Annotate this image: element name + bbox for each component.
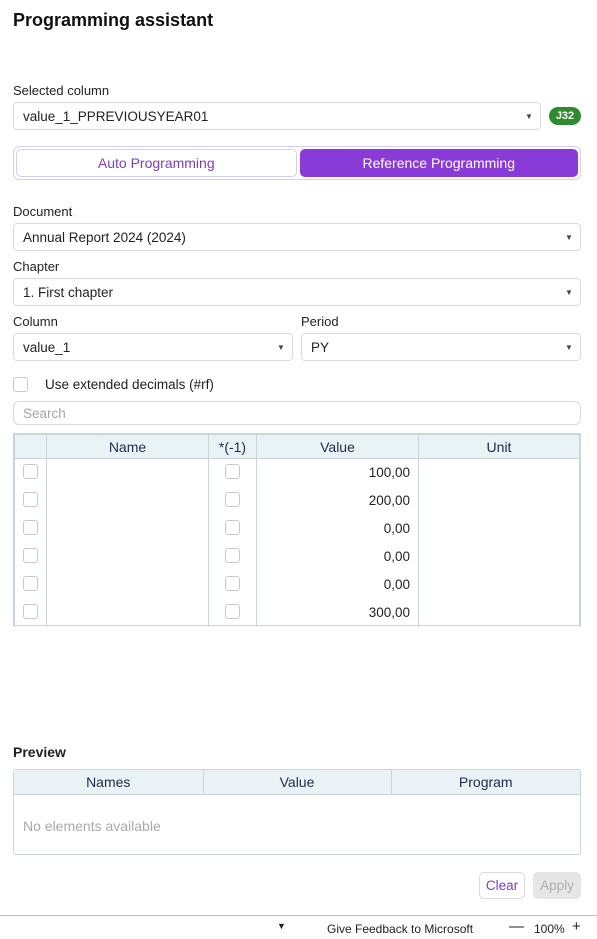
row-value: 100,00 bbox=[256, 458, 419, 487]
chevron-down-icon: ▼ bbox=[565, 232, 573, 242]
table-row[interactable]: 300,00 bbox=[14, 598, 580, 627]
extended-decimals-label: Use extended decimals (#rf) bbox=[45, 377, 214, 392]
row-value: 0,00 bbox=[256, 514, 419, 543]
column-value: value_1 bbox=[23, 339, 71, 355]
row-value: 0,00 bbox=[256, 542, 419, 571]
reference-programming-tab[interactable]: Reference Programming bbox=[299, 149, 578, 177]
row-name bbox=[46, 514, 209, 543]
chapter-value: 1. First chapter bbox=[23, 284, 114, 300]
unit-column-header[interactable]: Unit bbox=[418, 434, 580, 459]
row-unit bbox=[418, 542, 580, 571]
row-select-checkbox[interactable] bbox=[23, 603, 38, 619]
row-name bbox=[46, 486, 209, 515]
period-value: PY bbox=[311, 339, 330, 355]
row-select-checkbox[interactable] bbox=[23, 519, 38, 535]
row-select-checkbox[interactable] bbox=[23, 463, 38, 479]
row-negate-checkbox[interactable] bbox=[225, 463, 240, 479]
name-column-header[interactable]: Name bbox=[46, 434, 209, 459]
row-negate-checkbox[interactable] bbox=[225, 519, 240, 535]
page-title: Programming assistant bbox=[13, 10, 214, 30]
value-column-header[interactable]: Value bbox=[256, 434, 419, 459]
table-row[interactable]: 0,00 bbox=[14, 570, 580, 599]
chevron-down-icon[interactable]: ▼ bbox=[277, 921, 286, 931]
column-label: Column bbox=[13, 314, 58, 329]
period-select[interactable]: PY ▼ bbox=[301, 333, 581, 361]
auto-programming-tab[interactable]: Auto Programming bbox=[16, 149, 297, 177]
extended-decimals-checkbox[interactable] bbox=[13, 377, 28, 392]
row-value: 200,00 bbox=[256, 486, 419, 515]
column-select[interactable]: value_1 ▼ bbox=[13, 333, 293, 361]
row-unit bbox=[418, 570, 580, 599]
table-row[interactable]: 100,00 bbox=[14, 458, 580, 487]
document-label: Document bbox=[13, 204, 73, 219]
row-negate-checkbox[interactable] bbox=[225, 491, 240, 507]
zoom-out-icon[interactable]: — bbox=[509, 918, 524, 935]
chevron-down-icon: ▼ bbox=[525, 111, 533, 121]
row-select-checkbox[interactable] bbox=[23, 491, 38, 507]
preview-title: Preview bbox=[13, 744, 66, 760]
preview-program-header: Program bbox=[391, 770, 580, 795]
cell-reference-badge: J32 bbox=[549, 107, 581, 125]
document-value: Annual Report 2024 (2024) bbox=[23, 229, 186, 245]
preview-names-header: Names bbox=[14, 770, 204, 795]
clear-button[interactable]: Clear bbox=[479, 872, 525, 899]
row-select-checkbox[interactable] bbox=[23, 575, 38, 591]
row-name bbox=[46, 570, 209, 599]
row-negate-checkbox[interactable] bbox=[225, 547, 240, 563]
apply-button[interactable]: Apply bbox=[533, 872, 581, 899]
table-row[interactable]: 200,00 bbox=[14, 486, 580, 515]
status-bar: ▼ Give Feedback to Microsoft — 100% + bbox=[0, 915, 597, 939]
row-select-checkbox[interactable] bbox=[23, 547, 38, 563]
preview-table: Names Value Program No elements availabl… bbox=[13, 769, 581, 855]
row-unit bbox=[418, 598, 580, 627]
programming-mode-toggle: Auto Programming Reference Programming bbox=[13, 146, 581, 180]
selected-column-label: Selected column bbox=[13, 83, 110, 98]
references-table: Name *(-1) Value Unit 100,00 200,00 0,00… bbox=[13, 433, 581, 627]
row-negate-checkbox[interactable] bbox=[225, 603, 240, 619]
negate-column-header[interactable]: *(-1) bbox=[208, 434, 257, 459]
zoom-in-icon[interactable]: + bbox=[572, 918, 581, 935]
row-unit bbox=[418, 486, 580, 515]
table-row[interactable]: 0,00 bbox=[14, 514, 580, 543]
selected-column-value: value_1_PPREVIOUSYEAR01 bbox=[23, 108, 209, 124]
row-value: 300,00 bbox=[256, 598, 419, 627]
row-name bbox=[46, 598, 209, 627]
extended-decimals-option: Use extended decimals (#rf) bbox=[13, 377, 214, 392]
period-label: Period bbox=[301, 314, 339, 329]
table-row[interactable]: 0,00 bbox=[14, 542, 580, 571]
give-feedback-link[interactable]: Give Feedback to Microsoft bbox=[327, 922, 473, 936]
preview-value-header: Value bbox=[203, 770, 392, 795]
preview-empty-message: No elements available bbox=[23, 818, 161, 834]
document-select[interactable]: Annual Report 2024 (2024) ▼ bbox=[13, 223, 581, 251]
row-name bbox=[46, 458, 209, 487]
chevron-down-icon: ▼ bbox=[277, 342, 285, 352]
zoom-level: 100% bbox=[534, 922, 565, 936]
chevron-down-icon: ▼ bbox=[565, 287, 573, 297]
row-value: 0,00 bbox=[256, 570, 419, 599]
row-name bbox=[46, 542, 209, 571]
row-negate-checkbox[interactable] bbox=[225, 575, 240, 591]
chapter-select[interactable]: 1. First chapter ▼ bbox=[13, 278, 581, 306]
row-unit bbox=[418, 458, 580, 487]
search-input[interactable]: Search bbox=[13, 401, 581, 425]
chevron-down-icon: ▼ bbox=[565, 342, 573, 352]
row-unit bbox=[418, 514, 580, 543]
chapter-label: Chapter bbox=[13, 259, 60, 274]
select-column-header bbox=[14, 434, 47, 459]
selected-column-select[interactable]: value_1_PPREVIOUSYEAR01 ▼ bbox=[13, 102, 541, 130]
